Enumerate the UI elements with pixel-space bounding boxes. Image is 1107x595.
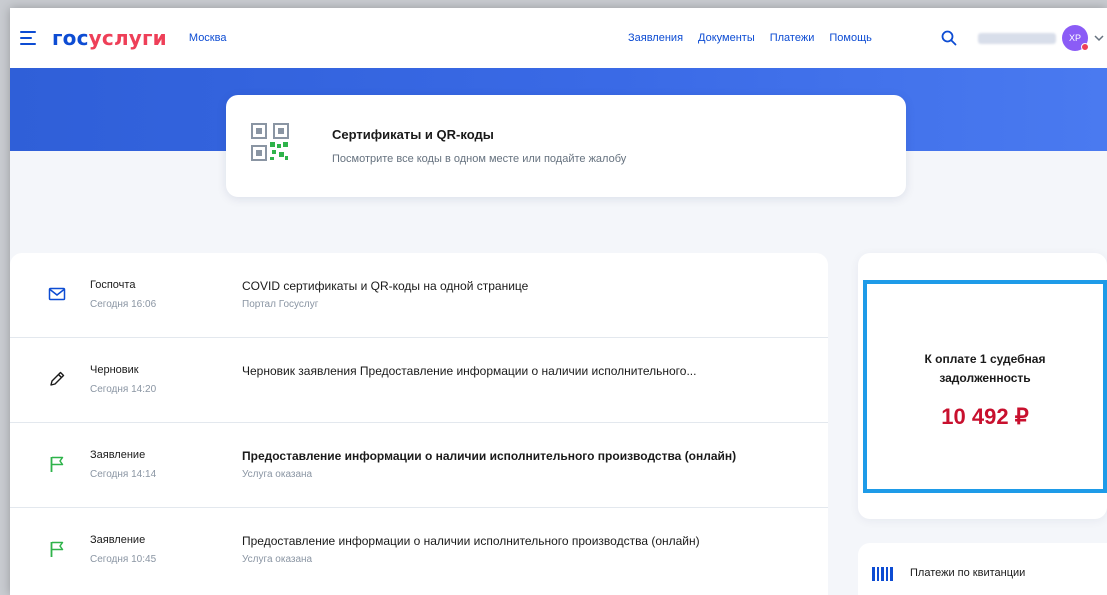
debt-amount: 10 492 ₽ <box>941 404 1029 429</box>
flag-icon <box>50 456 64 472</box>
top-header: госуслуги Москва Заявления Документы Пла… <box>10 8 1107 68</box>
debt-highlight-box[interactable]: К оплате 1 судебная задолженность 10 492… <box>863 280 1107 493</box>
nav-payments[interactable]: Платежи <box>770 32 815 44</box>
menu-icon[interactable] <box>20 31 38 45</box>
main-nav: Заявления Документы Платежи Помощь <box>628 8 872 68</box>
city-selector[interactable]: Москва <box>189 32 227 44</box>
feed-item-time: Сегодня 14:20 <box>90 384 157 395</box>
feed-item-type: Заявление <box>90 534 146 546</box>
qr-card-title: Сертификаты и QR-коды <box>332 127 494 142</box>
feed-item[interactable]: Заявление Сегодня 14:14 Предоставление и… <box>10 423 828 508</box>
feed-item-subtitle: Услуга оказана <box>242 469 313 480</box>
search-icon[interactable] <box>941 30 957 46</box>
feed-item-title: COVID сертификаты и QR-коды на одной стр… <box>242 279 529 293</box>
mail-icon <box>48 287 66 301</box>
feed-item-type: Заявление <box>90 449 146 461</box>
feed-item[interactable]: Заявление Сегодня 10:45 Предоставление и… <box>10 508 828 593</box>
qr-card-subtitle: Посмотрите все коды в одном месте или по… <box>332 153 627 165</box>
notification-dot <box>1081 43 1089 51</box>
flag-icon <box>50 541 64 557</box>
logo-gos: гос <box>52 26 89 50</box>
nav-help[interactable]: Помощь <box>829 32 872 44</box>
barcode-icon <box>872 567 893 581</box>
feed-item-type: Госпочта <box>90 279 136 291</box>
qr-certificates-card[interactable]: Сертификаты и QR-коды Посмотрите все код… <box>226 95 906 197</box>
nav-documents[interactable]: Документы <box>698 32 755 44</box>
feed-item[interactable]: Госпочта Сегодня 16:06 COVID сертификаты… <box>10 253 828 338</box>
events-feed: Госпочта Сегодня 16:06 COVID сертификаты… <box>10 253 828 595</box>
browser-viewport: госуслуги Москва Заявления Документы Пла… <box>10 8 1107 595</box>
feed-item-time: Сегодня 16:06 <box>90 299 157 310</box>
feed-item-time: Сегодня 10:45 <box>90 554 157 565</box>
feed-item-title: Черновик заявления Предоставление информ… <box>242 364 697 378</box>
qr-code-icon <box>251 123 289 161</box>
pencil-icon <box>50 371 65 386</box>
receipt-payments-card[interactable]: Платежи по квитанции <box>858 543 1107 595</box>
feed-item-subtitle: Услуга оказана <box>242 554 313 565</box>
logo-uslugi: услуги <box>88 26 167 50</box>
feed-item-subtitle: Портал Госуслуг <box>242 299 319 310</box>
feed-item-title: Предоставление информации о наличии испо… <box>242 449 737 463</box>
user-name-blurred[interactable] <box>978 33 1056 44</box>
feed-item-type: Черновик <box>90 364 139 376</box>
chevron-down-icon[interactable] <box>1094 33 1104 43</box>
feed-item[interactable]: Черновик Сегодня 14:20 Черновик заявлени… <box>10 338 828 423</box>
feed-item-title: Предоставление информации о наличии испо… <box>242 534 700 548</box>
gosuslugi-logo[interactable]: госуслуги <box>52 26 167 50</box>
nav-applications[interactable]: Заявления <box>628 32 683 44</box>
feed-item-time: Сегодня 14:14 <box>90 469 157 480</box>
receipt-payments-label: Платежи по квитанции <box>910 567 1026 579</box>
debt-label: К оплате 1 судебная задолженность <box>924 352 1046 385</box>
